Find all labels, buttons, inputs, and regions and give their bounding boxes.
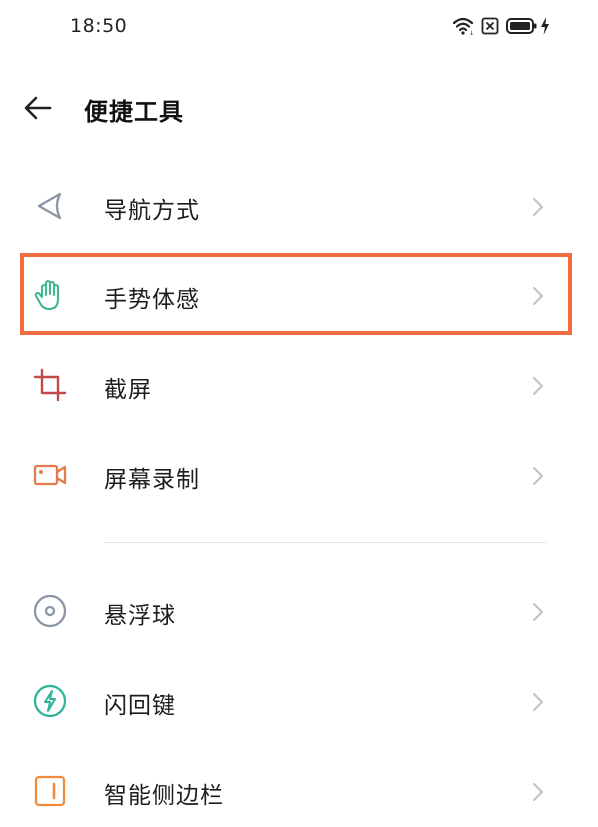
chevron-right-icon <box>532 692 544 712</box>
list-item-label: 手势体感 <box>104 287 200 313</box>
chevron-right-icon <box>532 602 544 622</box>
page-header: 便捷工具 <box>0 80 598 136</box>
list-item-label: 闪回键 <box>104 693 176 719</box>
list-item-label: 悬浮球 <box>104 603 176 629</box>
battery-icon <box>506 18 537 34</box>
list-item-navigation[interactable]: 导航方式 <box>0 170 598 242</box>
list-item-smart-sidebar[interactable]: 智能侧边栏 <box>0 755 598 827</box>
list-item-gesture[interactable]: 手势体感 <box>0 259 598 331</box>
back-arrow-icon[interactable] <box>22 92 54 124</box>
status-time: 18:50 <box>70 15 128 37</box>
no-sim-icon <box>481 17 499 35</box>
floating-ball-icon <box>33 594 67 628</box>
charging-icon <box>541 17 549 35</box>
status-icons: ↓ <box>452 16 550 36</box>
wifi-icon: ↓ <box>452 17 474 36</box>
flashback-icon <box>33 684 67 718</box>
chevron-right-icon <box>532 197 544 217</box>
chevron-right-icon <box>532 782 544 802</box>
navigation-icon <box>37 192 62 220</box>
list-item-label: 导航方式 <box>104 198 200 224</box>
list-item-floating-ball[interactable]: 悬浮球 <box>0 575 598 647</box>
page-title: 便捷工具 <box>84 98 184 126</box>
list-item-flashback[interactable]: 闪回键 <box>0 665 598 737</box>
svg-text:↓: ↓ <box>469 30 474 36</box>
crop-screenshot-icon <box>33 368 67 402</box>
list-item-label: 智能侧边栏 <box>104 783 224 809</box>
list-item-screenshot[interactable]: 截屏 <box>0 349 598 421</box>
screen-record-icon <box>33 464 67 486</box>
smart-sidebar-icon <box>34 775 66 807</box>
chevron-right-icon <box>532 286 544 306</box>
chevron-right-icon <box>532 376 544 396</box>
chevron-right-icon <box>532 466 544 486</box>
hand-gesture-icon <box>34 279 60 311</box>
list-item-screen-record[interactable]: 屏幕录制 <box>0 439 598 511</box>
section-divider <box>104 542 547 543</box>
status-bar: 18:50 ↓ <box>0 0 598 56</box>
list-item-label: 截屏 <box>104 377 152 403</box>
list-item-label: 屏幕录制 <box>104 467 200 493</box>
